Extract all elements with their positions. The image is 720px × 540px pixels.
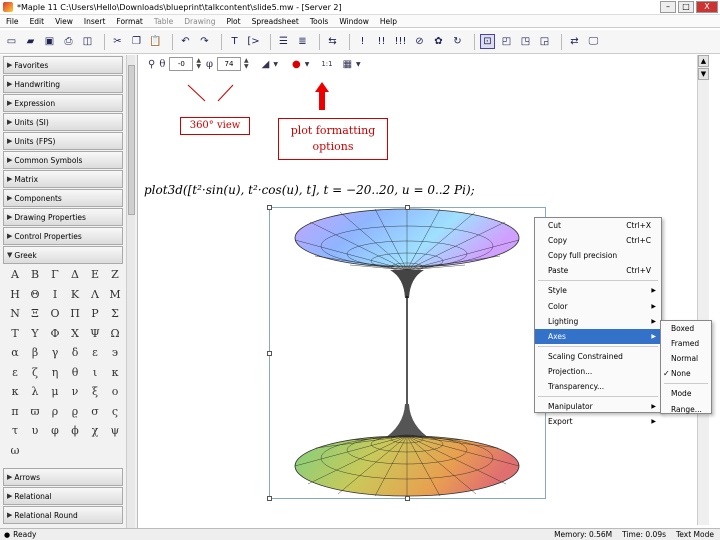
submenu-arrow-icon: ▶ — [651, 418, 656, 426]
axes-item-label: Framed — [671, 339, 700, 349]
menu-separator — [538, 280, 658, 282]
hyperboloid-plot — [294, 208, 520, 497]
context-item-label: Color — [548, 301, 568, 311]
plot3d-command[interactable]: plot3d([t²·sin(u), t²·cos(u), t], t = −2… — [144, 183, 475, 197]
menu-separator — [664, 383, 708, 385]
resize-handle[interactable] — [267, 351, 272, 356]
status-indicator-icon: ● — [4, 530, 11, 539]
status-mode: Text Mode — [676, 530, 714, 539]
context-item-label: Lighting — [548, 316, 579, 326]
context-item-shortcut: Ctrl+C — [626, 236, 651, 246]
context-item-color[interactable]: Color ▶ — [535, 298, 661, 313]
context-item-copy-full-precision[interactable]: Copy full precision — [535, 248, 661, 263]
menu-separator — [538, 396, 658, 398]
plot-region[interactable] — [267, 205, 546, 501]
context-item-label: Transparency... — [548, 381, 605, 391]
submenu-arrow-icon: ▶ — [651, 287, 656, 295]
context-item-label: Scaling Constrained — [548, 351, 623, 361]
context-item-label: Copy full precision — [548, 251, 618, 261]
annotation-view-360: 360° view — [180, 117, 250, 135]
bottom-funnel — [382, 404, 432, 440]
axes-item-label: Boxed — [671, 324, 695, 334]
status-memory: Memory: 0.56M — [554, 530, 613, 539]
axes-item-framed[interactable]: Framed — [661, 336, 711, 351]
context-item-label: Paste — [548, 266, 569, 276]
checkmark-icon: ✓ — [663, 369, 670, 379]
context-item-label: Manipulator — [548, 402, 593, 412]
annotation-format-line2: options — [312, 140, 354, 153]
context-item-cut[interactable]: Cut Ctrl+X — [535, 218, 661, 233]
context-item-shortcut: Ctrl+X — [626, 221, 651, 231]
axes-item-label: None — [671, 369, 691, 379]
axes-item-mode[interactable]: Mode — [661, 386, 711, 401]
context-item-paste[interactable]: Paste Ctrl+V — [535, 263, 661, 278]
axes-item-label: Normal — [671, 354, 699, 364]
submenu-arrow-icon: ▶ — [651, 302, 656, 310]
annotation-plot-format: plot formatting options — [278, 118, 388, 160]
axes-item-none[interactable]: ✓ None — [661, 366, 711, 381]
submenu-arrow-icon: ▶ — [651, 403, 656, 411]
context-item-label: Cut — [548, 221, 561, 231]
context-item-label: Style — [548, 286, 567, 296]
context-item-shortcut: Ctrl+V — [626, 266, 651, 276]
submenu-arrow-icon: ▶ — [651, 317, 656, 325]
resize-handle[interactable] — [405, 205, 410, 210]
submenu-arrow-icon: ▶ — [651, 332, 656, 340]
context-item-label: Copy — [548, 236, 568, 246]
top-funnel — [390, 270, 424, 298]
axes-item-normal[interactable]: Normal — [661, 351, 711, 366]
maple-window: *Maple 11 C:\Users\Hello\Downloads\bluep… — [0, 0, 720, 540]
axes-item-label: Mode — [671, 389, 692, 399]
axes-item-boxed[interactable]: Boxed — [661, 321, 711, 336]
context-item-label: Projection... — [548, 366, 593, 376]
status-bar: ● Ready Memory: 0.56M Time: 0.09s Text M… — [0, 528, 720, 540]
context-item-manipulator[interactable]: Manipulator ▶ — [535, 399, 661, 414]
red-arrow-icon — [315, 82, 329, 110]
context-item-axes[interactable]: Axes ▶ — [535, 328, 661, 344]
resize-handle[interactable] — [405, 496, 410, 501]
context-item-copy[interactable]: Copy Ctrl+C — [535, 233, 661, 248]
axes-item-range[interactable]: Range... — [661, 401, 711, 416]
context-item-style[interactable]: Style ▶ — [535, 283, 661, 298]
context-item-label: Axes — [548, 331, 566, 341]
context-item-transparency[interactable]: Transparency... — [535, 379, 661, 394]
context-item-label: Export — [548, 417, 573, 427]
axes-item-label: Range... — [671, 404, 702, 414]
annotation-format-line1: plot formatting — [290, 124, 376, 137]
status-time: Time: 0.09s — [622, 530, 666, 539]
resize-handle[interactable] — [267, 496, 272, 501]
axes-submenu: Boxed Framed Normal ✓ None Mode Range... — [660, 320, 712, 414]
plot-context-menu: Cut Ctrl+X Copy Ctrl+C Copy full precision Pa… — [534, 217, 662, 426]
context-item-scaling-constrained[interactable]: Scaling Constrained — [535, 349, 661, 364]
menu-separator — [538, 345, 658, 347]
status-right: Memory: 0.56M Time: 0.09s Text Mode — [554, 530, 714, 539]
resize-handle[interactable] — [267, 205, 272, 210]
context-item-projection[interactable]: Projection... — [535, 364, 661, 379]
status-text: Ready — [13, 530, 37, 539]
context-item-lighting[interactable]: Lighting ▶ — [535, 314, 661, 329]
context-item-export[interactable]: Export ▶ — [535, 414, 661, 429]
